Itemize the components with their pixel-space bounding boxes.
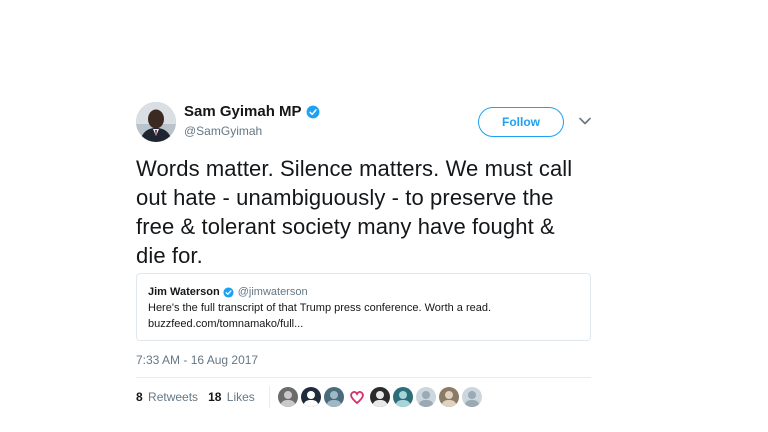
liker-avatar[interactable]	[392, 387, 413, 407]
author-avatar[interactable]	[136, 102, 176, 142]
quoted-author-handle: @jimwaterson	[237, 286, 308, 298]
likes-count: 18	[208, 390, 222, 404]
verified-badge-icon	[223, 286, 234, 298]
divider	[136, 377, 591, 378]
liker-avatar[interactable]	[461, 387, 482, 407]
retweets-count: 8	[136, 390, 143, 404]
tweet-card: Sam Gyimah MP @SamGyimah Follow Words ma…	[136, 100, 606, 420]
tweet-stats: 8 Retweets 18 Likes	[136, 385, 482, 409]
follow-button[interactable]: Follow	[478, 107, 564, 137]
liker-avatar[interactable]	[438, 387, 459, 407]
liker-avatar[interactable]	[369, 387, 390, 407]
tweet-text: Words matter. Silence matters. We must c…	[136, 156, 573, 268]
likes-stat[interactable]: 18 Likes	[208, 390, 255, 404]
author-name-row[interactable]: Sam Gyimah MP	[184, 103, 320, 120]
quoted-tweet-text: Here's the full transcript of that Trump…	[148, 302, 492, 314]
quoted-tweet[interactable]: Jim Waterson @jimwaterson Here's the ful…	[136, 273, 591, 341]
liker-avatar[interactable]	[300, 387, 321, 407]
likes-label: Likes	[226, 390, 255, 404]
liker-avatar[interactable]	[323, 387, 344, 407]
stats-separator	[268, 386, 270, 408]
chevron-down-icon[interactable]	[578, 114, 592, 128]
quoted-tweet-header: Jim Waterson @jimwaterson	[148, 284, 580, 300]
retweets-label: Retweets	[148, 390, 199, 404]
liker-avatar[interactable]	[277, 387, 298, 407]
liker-avatar[interactable]	[415, 387, 436, 407]
author-handle[interactable]: @SamGyimah	[184, 124, 262, 138]
likers-avatars	[277, 387, 482, 407]
avatar-image	[136, 102, 176, 142]
quoted-author-name: Jim Waterson	[148, 286, 220, 298]
author-display-name[interactable]: Sam Gyimah MP	[184, 103, 302, 120]
retweets-stat[interactable]: 8 Retweets	[136, 390, 198, 404]
tweet-timestamp[interactable]: 7:33 AM - 16 Aug 2017	[136, 353, 258, 367]
verified-badge-icon	[306, 105, 320, 119]
quoted-tweet-link[interactable]: buzzfeed.com/tomnamako/full...	[148, 316, 580, 332]
liker-avatar[interactable]	[346, 387, 367, 407]
